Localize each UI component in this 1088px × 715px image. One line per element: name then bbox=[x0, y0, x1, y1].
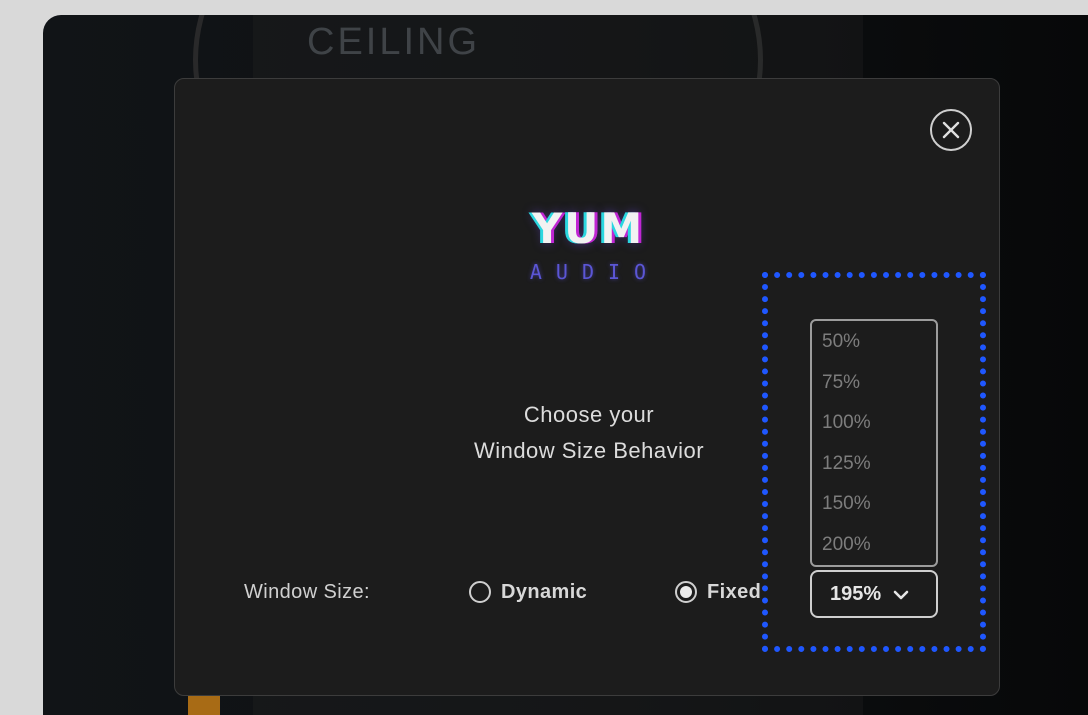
heading-line-2: Window Size Behavior bbox=[473, 438, 705, 463]
size-option-200[interactable]: 200% bbox=[812, 534, 936, 575]
radio-dynamic-label: Dynamic bbox=[501, 580, 588, 603]
background-orange-strip bbox=[188, 695, 220, 715]
radio-fixed[interactable]: Fixed bbox=[675, 577, 761, 607]
heading-line-1: Choose your bbox=[523, 402, 655, 427]
size-option-75[interactable]: 75% bbox=[812, 372, 936, 413]
close-icon bbox=[942, 121, 960, 139]
window-size-label: Window Size: bbox=[244, 581, 370, 603]
size-option-100[interactable]: 100% bbox=[812, 412, 936, 453]
radio-dynamic-circle[interactable] bbox=[469, 581, 491, 603]
background-ceiling-label: CEILING bbox=[307, 21, 481, 63]
size-options-list: 50% 75% 100% 125% 150% 200% bbox=[810, 319, 938, 567]
chevron-down-icon bbox=[893, 590, 909, 600]
logo-subtext: AUDIO bbox=[529, 260, 661, 284]
size-option-125[interactable]: 125% bbox=[812, 453, 936, 494]
dialog-heading: Choose your Window Size Behavior bbox=[389, 397, 789, 469]
radio-fixed-circle[interactable] bbox=[675, 581, 697, 603]
window-size-value: 195% bbox=[830, 582, 882, 605]
size-option-150[interactable]: 150% bbox=[812, 493, 936, 534]
radio-dynamic[interactable]: Dynamic bbox=[469, 577, 587, 607]
window-size-dialog: YUM AUDIO Choose your Window Size Behavi… bbox=[174, 78, 1000, 696]
close-button[interactable] bbox=[930, 109, 972, 151]
logo-mark: YUM bbox=[531, 204, 645, 253]
size-option-50[interactable]: 50% bbox=[812, 331, 936, 372]
yum-audio-logo: YUM AUDIO bbox=[488, 204, 688, 299]
radio-fixed-label: Fixed bbox=[707, 580, 762, 603]
window-size-dropdown[interactable]: 195% bbox=[810, 570, 938, 618]
